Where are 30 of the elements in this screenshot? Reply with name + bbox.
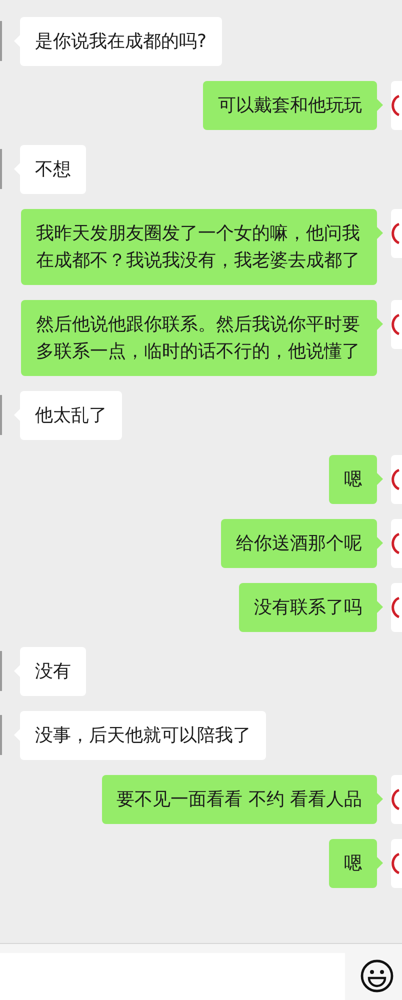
avatar[interactable] bbox=[391, 583, 402, 632]
bubble-tail bbox=[377, 318, 383, 330]
bubble-tail bbox=[377, 227, 383, 239]
bubble-tail bbox=[377, 537, 383, 549]
message-bubble: 没事，后天他就可以陪我了 bbox=[20, 711, 266, 760]
message-bubble: 给你送酒那个呢 bbox=[221, 519, 377, 568]
message-bubble: 我昨天发朋友圈发了一个女的嘛，他问我在成都不？我说我没有，我老婆去成都了 bbox=[21, 209, 377, 285]
bubble-tail bbox=[377, 601, 383, 613]
avatar[interactable] bbox=[391, 81, 402, 130]
bubble-tail bbox=[377, 99, 383, 111]
message-bubble: 然后他说他跟你联系。然后我说你平时要多联系一点，临时的话不行的，他说懂了 bbox=[21, 300, 377, 376]
avatar[interactable] bbox=[391, 455, 402, 504]
emoji-icon[interactable] bbox=[360, 959, 394, 993]
message-bubble: 是你说我在成都的吗? bbox=[20, 17, 222, 66]
avatar[interactable] bbox=[391, 775, 402, 824]
message-bubble: 没有 bbox=[20, 647, 86, 696]
message-bubble: 他太乱了 bbox=[20, 391, 122, 440]
message-bubble: 没有联系了吗 bbox=[239, 583, 377, 632]
message-bubble: 可以戴套和他玩玩 bbox=[203, 81, 377, 130]
message-bubble: 嗯 bbox=[329, 455, 377, 504]
bubble-tail bbox=[377, 857, 383, 869]
message-bubble: 不想 bbox=[20, 145, 86, 194]
avatar[interactable] bbox=[391, 209, 402, 258]
avatar[interactable] bbox=[391, 300, 402, 349]
message-bubble: 要不见一面看看 不约 看看人品 bbox=[102, 775, 377, 824]
avatar[interactable] bbox=[391, 839, 402, 888]
message-bubble: 嗯 bbox=[329, 839, 377, 888]
bubble-tail bbox=[377, 793, 383, 805]
bubble-tail bbox=[377, 473, 383, 485]
avatar[interactable] bbox=[391, 519, 402, 568]
